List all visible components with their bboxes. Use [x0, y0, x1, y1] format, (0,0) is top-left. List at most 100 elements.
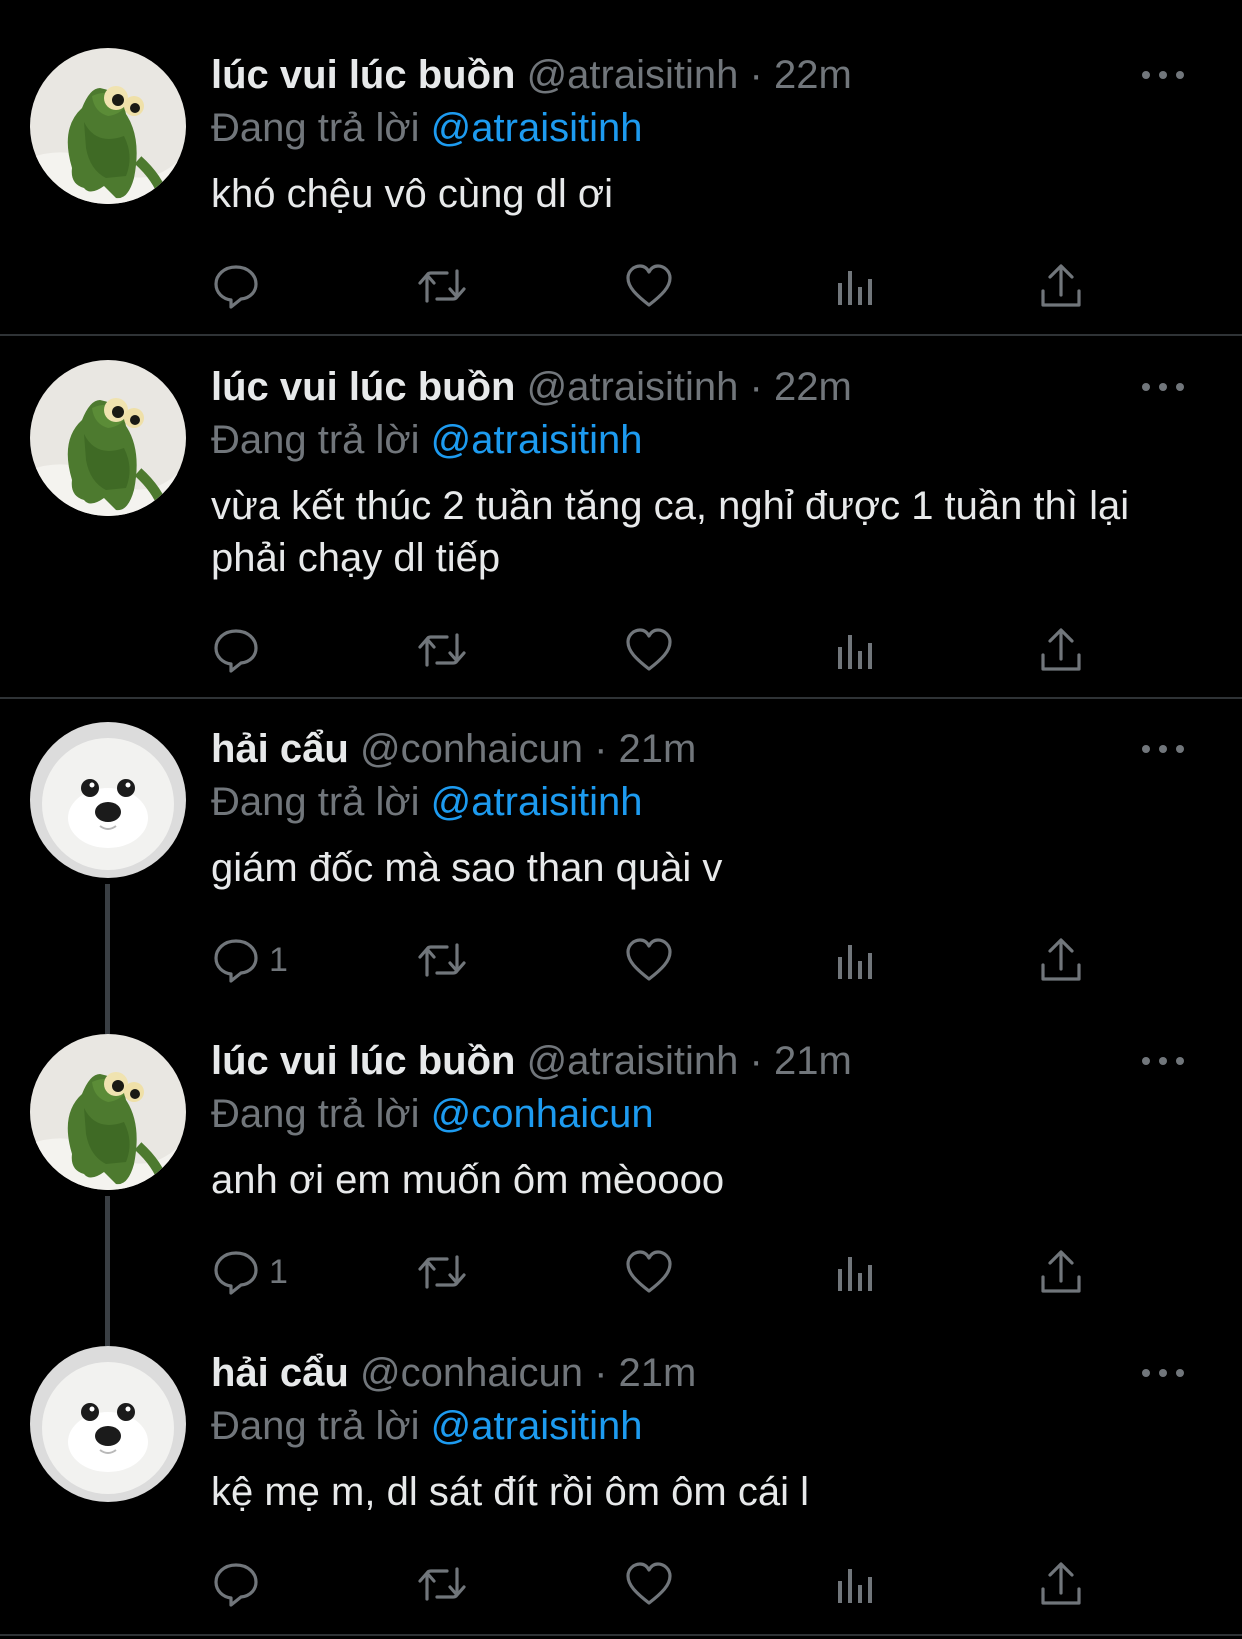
display-name[interactable]: lúc vui lúc buồn [211, 1039, 515, 1083]
more-options-icon[interactable] [1142, 722, 1184, 776]
mention-link[interactable]: @atraisitinh [431, 780, 643, 824]
reply-icon [211, 1247, 261, 1297]
share-icon [1036, 1247, 1086, 1297]
reply-button[interactable] [211, 1554, 269, 1614]
replying-to: Đang trả lời @atraisitinh [211, 1400, 1202, 1452]
retweet-button[interactable] [417, 256, 467, 316]
reply-button[interactable]: 1 [211, 930, 288, 990]
mention-link[interactable]: @atraisitinh [431, 106, 643, 150]
timestamp[interactable]: 22m [774, 365, 852, 409]
share-icon [1036, 261, 1086, 311]
share-button[interactable] [1036, 256, 1086, 316]
like-button[interactable] [624, 256, 674, 316]
tweet-header: hải cẩu @conhaicun · 21m [211, 722, 1202, 776]
retweet-icon [417, 935, 467, 985]
retweet-button[interactable] [417, 1554, 467, 1614]
separator-dot: · [594, 1351, 608, 1395]
kermit-avatar[interactable] [30, 48, 186, 204]
share-button[interactable] [1036, 1242, 1086, 1302]
timestamp[interactable]: 21m [619, 727, 697, 771]
replying-prefix: Đang trả lời [211, 1404, 420, 1448]
seal-avatar[interactable] [30, 722, 186, 878]
timestamp[interactable]: 21m [774, 1039, 852, 1083]
tweet-header: hải cẩu @conhaicun · 21m [211, 1346, 1202, 1400]
seal-avatar[interactable] [30, 1346, 186, 1502]
share-button[interactable] [1036, 620, 1086, 680]
like-button[interactable] [624, 1554, 674, 1614]
display-name[interactable]: hải cẩu [211, 1351, 349, 1395]
replying-to: Đang trả lời @atraisitinh [211, 102, 1202, 154]
kermit-avatar[interactable] [30, 360, 186, 516]
display-name[interactable]: lúc vui lúc buồn [211, 365, 515, 409]
like-button[interactable] [624, 1242, 674, 1302]
replying-prefix: Đang trả lời [211, 418, 420, 462]
more-options-icon[interactable] [1142, 48, 1184, 102]
handle[interactable]: @atraisitinh [527, 53, 739, 97]
reply-icon [211, 1559, 261, 1609]
share-icon [1036, 935, 1086, 985]
reply-button[interactable] [211, 620, 269, 680]
retweet-button[interactable] [417, 1242, 467, 1302]
heart-icon [624, 935, 674, 985]
thread-line [105, 884, 110, 1034]
handle[interactable]: @conhaicun [360, 727, 583, 771]
mention-link[interactable]: @atraisitinh [431, 418, 643, 462]
views-button[interactable] [830, 1242, 880, 1302]
tweet-feed: lúc vui lúc buồn @atraisitinh · 22m Đang… [0, 0, 1242, 1639]
reply-button[interactable] [211, 256, 269, 316]
tweet-header: lúc vui lúc buồn @atraisitinh · 22m [211, 360, 1202, 414]
tweet-actions [211, 1554, 1111, 1614]
tweet-actions [211, 620, 1111, 680]
kermit-avatar[interactable] [30, 1034, 186, 1190]
views-button[interactable] [830, 930, 880, 990]
views-icon [830, 935, 880, 985]
display-name[interactable]: lúc vui lúc buồn [211, 53, 515, 97]
timestamp[interactable]: 22m [774, 53, 852, 97]
handle[interactable]: @atraisitinh [527, 1039, 739, 1083]
mention-link[interactable]: @conhaicun [431, 1092, 654, 1136]
heart-icon [624, 1247, 674, 1297]
views-icon [830, 1247, 880, 1297]
heart-icon [624, 261, 674, 311]
timestamp[interactable]: 21m [619, 1351, 697, 1395]
retweet-icon [417, 1247, 467, 1297]
retweet-icon [417, 625, 467, 675]
share-button[interactable] [1036, 930, 1086, 990]
like-button[interactable] [624, 930, 674, 990]
replying-prefix: Đang trả lời [211, 106, 420, 150]
replying-prefix: Đang trả lời [211, 1092, 420, 1136]
reply-icon [211, 935, 261, 985]
handle[interactable]: @atraisitinh [527, 365, 739, 409]
mention-link[interactable]: @atraisitinh [431, 1404, 643, 1448]
more-options-icon[interactable] [1142, 360, 1184, 414]
retweet-button[interactable] [417, 620, 467, 680]
replying-to: Đang trả lời @atraisitinh [211, 776, 1202, 828]
like-button[interactable] [624, 620, 674, 680]
share-icon [1036, 625, 1086, 675]
tweet-actions [211, 256, 1111, 316]
divider [0, 334, 1242, 336]
replying-prefix: Đang trả lời [211, 780, 420, 824]
views-button[interactable] [830, 256, 880, 316]
display-name[interactable]: hải cẩu [211, 727, 349, 771]
tweet-text: vừa kết thúc 2 tuần tăng ca, nghỉ được 1… [211, 484, 1141, 580]
views-button[interactable] [830, 620, 880, 680]
tweet-header: lúc vui lúc buồn @atraisitinh · 21m [211, 1034, 1202, 1088]
more-options-icon[interactable] [1142, 1034, 1184, 1088]
thread-line [105, 1196, 110, 1346]
tweet-actions: 1 [211, 1242, 1111, 1302]
views-button[interactable] [830, 1554, 880, 1614]
heart-icon [624, 625, 674, 675]
handle[interactable]: @conhaicun [360, 1351, 583, 1395]
more-options-icon[interactable] [1142, 1346, 1184, 1400]
views-icon [830, 1559, 880, 1609]
retweet-icon [417, 1559, 467, 1609]
separator-dot: · [749, 1039, 763, 1083]
replying-to: Đang trả lời @conhaicun [211, 1088, 1202, 1140]
share-button[interactable] [1036, 1554, 1086, 1614]
retweet-button[interactable] [417, 930, 467, 990]
tweet-actions: 1 [211, 930, 1111, 990]
tweet-text: kệ mẹ m, dl sát đít rồi ôm ôm cái l [211, 1470, 809, 1514]
replying-to: Đang trả lời @atraisitinh [211, 414, 1202, 466]
reply-button[interactable]: 1 [211, 1242, 288, 1302]
